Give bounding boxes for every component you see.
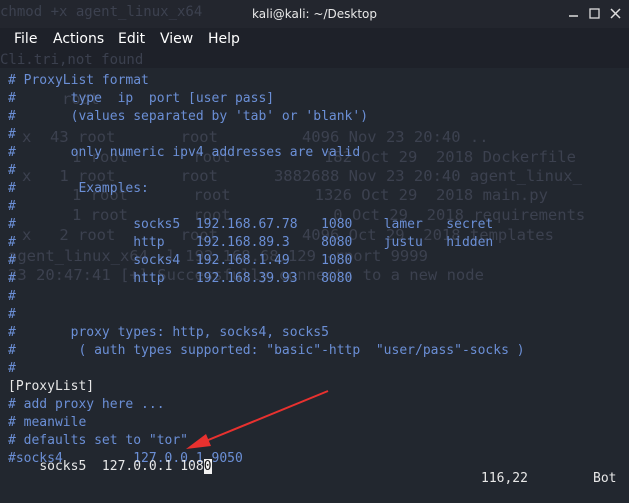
annotation-arrow (186, 390, 329, 449)
